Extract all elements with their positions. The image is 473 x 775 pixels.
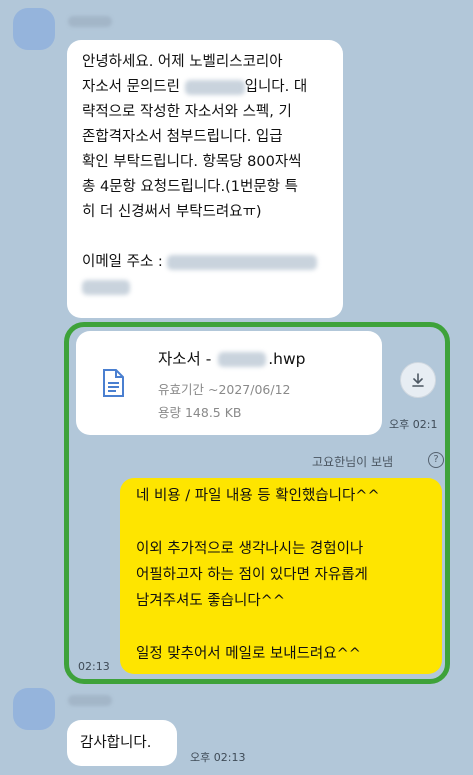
- redacted-email: [167, 254, 318, 270]
- highlight-frame: [64, 322, 450, 684]
- message-line: [82, 275, 337, 300]
- redacted-name: [184, 79, 245, 95]
- sender-avatar-bottom[interactable]: [13, 688, 55, 730]
- incoming-message-bubble-last: 감사합니다.: [67, 720, 177, 766]
- message-line: 존합격자소서 첨부드립니다. 입급: [82, 129, 283, 145]
- message-line: 자소서 문의드린 입니다. 대: [82, 79, 308, 95]
- message-line: 히 더 신경써서 부탁드려요ㅠ): [82, 204, 262, 220]
- message-line: 확인 부탁드립니다. 항목당 800자씩: [82, 154, 302, 170]
- message-line: 이메일 주소 :: [82, 250, 337, 275]
- sender-avatar[interactable]: [13, 8, 55, 50]
- sender-name-bottom: [68, 695, 112, 706]
- message-text: 감사합니다.: [80, 735, 152, 751]
- message-line: 안녕하세요. 어제 노벨리스코리아: [82, 54, 283, 70]
- redacted-email-cont: [82, 279, 130, 295]
- last-timestamp: 오후 02:13: [190, 751, 246, 764]
- sender-name: [68, 16, 112, 27]
- message-line: 총 4문항 요청드립니다.(1번문항 특: [82, 179, 298, 195]
- message-line: 략적으로 작성한 자소서와 스펙, 기: [82, 104, 292, 120]
- incoming-message-bubble: 안녕하세요. 어제 노벨리스코리아 자소서 문의드린 입니다. 대 략적으로 작…: [67, 40, 343, 318]
